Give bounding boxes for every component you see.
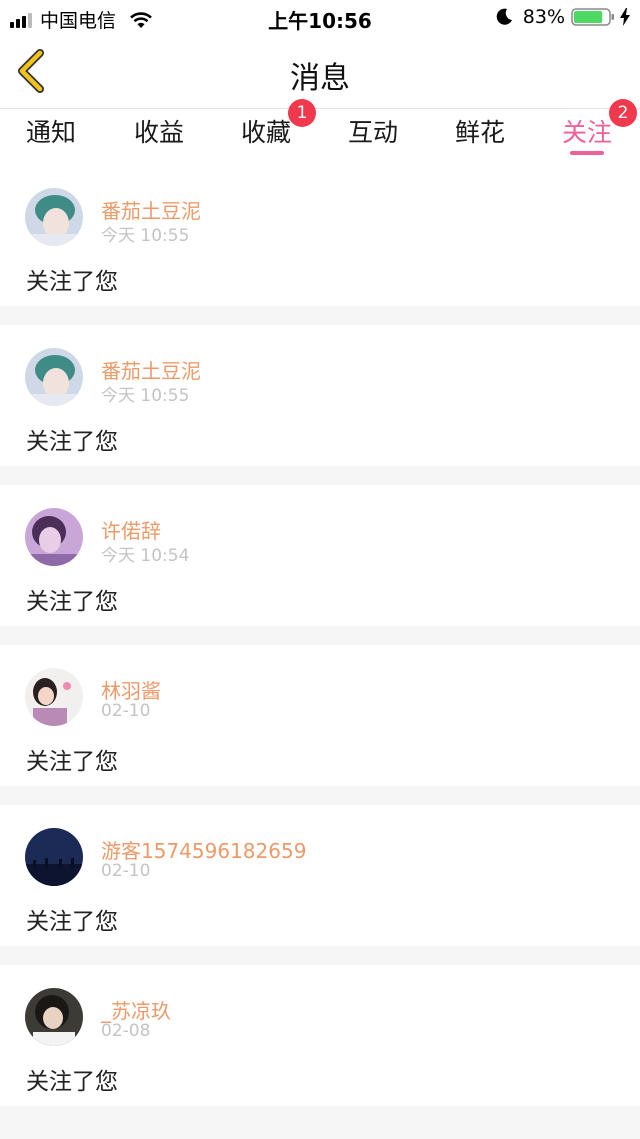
timestamp: 02-10	[101, 861, 151, 881]
tab-notice[interactable]: 通知	[26, 113, 76, 149]
active-tab-indicator	[570, 151, 604, 155]
tab-interaction[interactable]: 互动	[348, 113, 398, 149]
timestamp: 今天 10:54	[101, 546, 190, 566]
tab-label: 鲜花	[455, 118, 506, 147]
tab-flowers[interactable]: 鲜花	[455, 113, 505, 149]
message-text: 关注了您	[26, 429, 118, 455]
charging-icon	[620, 8, 630, 26]
tab-favorites[interactable]: 收藏	[241, 113, 291, 149]
timestamp: 02-08	[101, 1021, 151, 1041]
message-text: 关注了您	[26, 269, 118, 295]
username[interactable]: 番茄土豆泥	[101, 355, 201, 384]
username[interactable]: 番茄土豆泥	[101, 195, 201, 224]
follow-badge: 2	[609, 99, 637, 127]
timestamp: 今天 10:55	[101, 386, 190, 406]
green-hair-avatar-icon	[25, 348, 83, 406]
tab-label: 关注	[562, 118, 613, 147]
tab-bar: 通知 收益 收藏 1 互动 鲜花 关注 2	[0, 99, 640, 165]
status-right: 83%	[495, 6, 630, 28]
battery-icon	[571, 8, 614, 26]
avatar[interactable]	[25, 508, 83, 566]
message-text: 关注了您	[26, 909, 118, 935]
list-item[interactable]: 番茄土豆泥 今天 10:55 关注了您	[0, 165, 640, 306]
username[interactable]: 林羽酱	[101, 675, 161, 704]
dark-girl-avatar-icon	[25, 988, 83, 1046]
list-item[interactable]: 林羽酱 02-10 关注了您	[0, 645, 640, 786]
girl-pink-avatar-icon	[25, 668, 83, 726]
tab-earnings[interactable]: 收益	[134, 113, 184, 149]
username[interactable]: 许偌辞	[101, 515, 161, 544]
avatar[interactable]	[25, 188, 83, 246]
night-sky-avatar-icon	[25, 828, 83, 886]
purple-girl-avatar-icon	[25, 508, 83, 566]
favorites-badge: 1	[288, 99, 316, 127]
tab-label: 收益	[134, 118, 185, 147]
nav-bar: 消息	[0, 35, 640, 109]
page-title: 消息	[290, 61, 350, 96]
avatar[interactable]	[25, 348, 83, 406]
notification-list: 番茄土豆泥 今天 10:55 关注了您 番茄土豆泥 今天 10:55 关注了您 …	[0, 165, 640, 1125]
tab-follow[interactable]: 关注	[562, 113, 612, 149]
status-bar: 中国电信 上午10:56 83%	[0, 0, 640, 35]
moon-icon	[496, 8, 512, 25]
tab-label: 收藏	[241, 118, 292, 147]
list-item[interactable]: 番茄土豆泥 今天 10:55 关注了您	[0, 325, 640, 466]
avatar[interactable]	[25, 668, 83, 726]
timestamp: 02-10	[101, 701, 151, 721]
green-hair-avatar-icon	[25, 188, 83, 246]
list-item[interactable]: 许偌辞 今天 10:54 关注了您	[0, 485, 640, 626]
message-text: 关注了您	[26, 589, 118, 615]
list-item[interactable]: 游客1574596182659 02-10 关注了您	[0, 805, 640, 946]
message-text: 关注了您	[26, 1069, 118, 1095]
username[interactable]: 游客1574596182659	[101, 835, 306, 864]
battery-percent: 83%	[522, 6, 565, 28]
tab-label: 互动	[348, 118, 399, 147]
list-item[interactable]: _苏凉玖 02-08 关注了您	[0, 965, 640, 1106]
username[interactable]: _苏凉玖	[101, 995, 171, 1024]
message-text: 关注了您	[26, 749, 118, 775]
avatar[interactable]	[25, 988, 83, 1046]
tab-label: 通知	[26, 118, 77, 147]
avatar[interactable]	[25, 828, 83, 886]
timestamp: 今天 10:55	[101, 226, 190, 246]
